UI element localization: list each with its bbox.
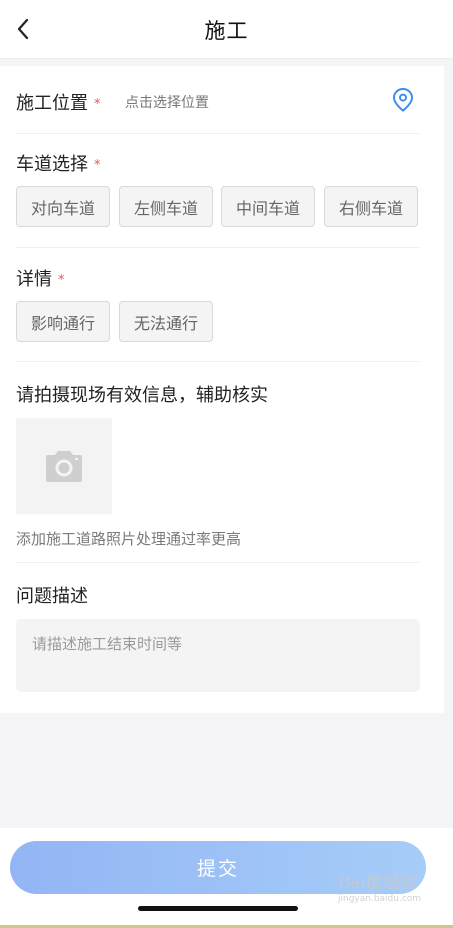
lane-label-text: 车道选择 [16,154,88,175]
divider [16,361,420,362]
lane-option-opposite[interactable]: 对向车道 [16,186,110,227]
detail-label-text: 详情 [16,269,52,290]
lane-option-middle[interactable]: 中间车道 [221,186,315,227]
map-pin-icon [392,87,414,112]
add-photo-button[interactable] [16,418,112,514]
required-mark: * [94,97,101,112]
lane-option-left[interactable]: 左侧车道 [119,186,213,227]
lane-option-right[interactable]: 右侧车道 [324,186,418,227]
page-title: 施工 [204,19,249,43]
description-textarea[interactable]: 请描述施工结束时间等 [16,619,420,692]
camera-icon [46,450,82,482]
lane-label: 车道选择 * [16,150,101,176]
divider [16,562,420,563]
top-navigation-bar: 施工 [0,0,453,59]
watermark-brand: Bai度经验 [338,873,418,893]
description-label: 问题描述 [16,586,88,607]
divider [16,247,420,248]
detail-option-affects-traffic[interactable]: 影响通行 [16,301,110,342]
divider [16,133,420,134]
report-form: 施工位置 * 点击选择位置 车道选择 * 对向车道 左侧车道 中间车道 右侧车道 详… [0,66,444,713]
bottom-action-bar: 提交 Bai度经验 jingyan.baidu.com [0,828,453,928]
location-picker[interactable]: 点击选择位置 [125,92,209,112]
watermark-url: jingyan.baidu.com [338,894,422,904]
home-indicator [138,906,298,911]
watermark-logo: Bai度经验 jingyan.baidu.com [338,864,428,914]
required-mark: * [94,158,101,173]
location-label-text: 施工位置 [16,93,88,114]
photo-label: 请拍摄现场有效信息，辅助核实 [16,385,268,406]
detail-label: 详情 * [16,265,65,291]
required-mark: * [58,273,65,288]
location-label: 施工位置 * [16,89,101,115]
location-pin-button[interactable] [391,87,415,113]
photo-tip: 添加施工道路照片处理通过率更高 [16,530,242,548]
detail-option-impassable[interactable]: 无法通行 [119,301,213,342]
